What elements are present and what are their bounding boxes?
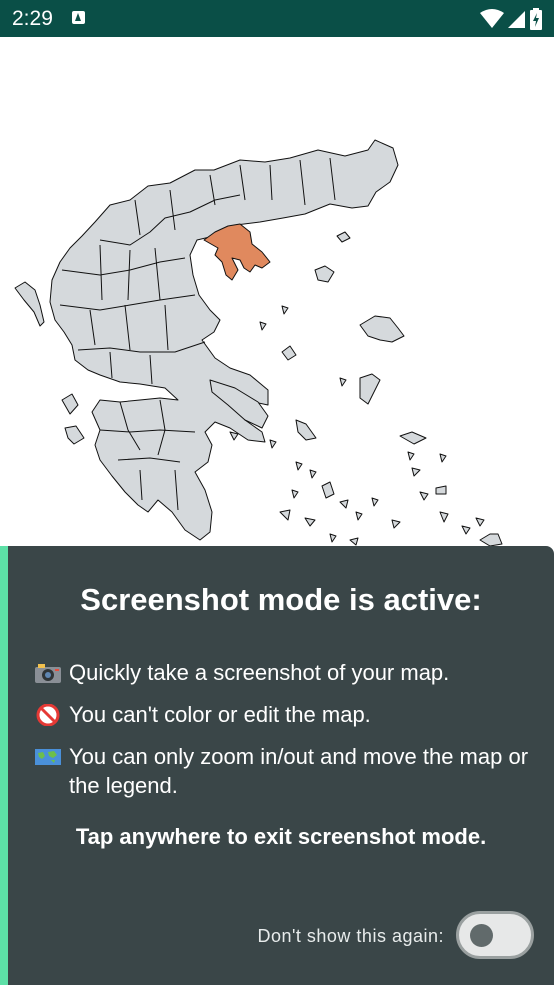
map-island-lemnos — [281, 345, 297, 361]
status-time: 2:29 — [12, 7, 53, 30]
map-island-samos — [399, 431, 427, 445]
map-island-andros — [295, 419, 317, 441]
map-island-lesbos — [359, 315, 405, 343]
map-island-rhodes — [479, 533, 503, 546]
toggle-knob — [470, 924, 493, 947]
map-island-corfu — [14, 281, 45, 327]
map-island-kos — [435, 485, 447, 495]
panel-accent-bar — [0, 546, 8, 985]
world-map-icon — [35, 749, 61, 765]
map-island-thasos — [314, 265, 335, 283]
camera-icon — [35, 664, 61, 683]
map-island-kefalonia — [61, 393, 79, 415]
map-island-chios — [359, 373, 381, 405]
signal-icon — [508, 11, 525, 28]
map-mainland — [49, 139, 399, 541]
app-notification-icon — [72, 11, 85, 24]
tip-screenshot-text: Quickly take a screenshot of your map. — [69, 660, 450, 685]
tip-no-edit: You can't color or edit the map. — [34, 700, 534, 730]
map-island-naxos — [321, 481, 335, 499]
screenshot-mode-panel[interactable]: Screenshot mode is active: Quickly take … — [0, 546, 554, 985]
greece-map[interactable] — [0, 37, 554, 546]
dont-show-toggle[interactable] — [456, 911, 534, 959]
exit-hint: Tap anywhere to exit screenshot mode. — [75, 824, 487, 849]
map-canvas[interactable] — [0, 37, 554, 546]
tip-screenshot: Quickly take a screenshot of your map. — [34, 658, 534, 688]
status-bar: 2:29 — [0, 0, 554, 37]
wifi-icon — [480, 9, 504, 28]
map-island-small — [229, 305, 485, 546]
panel-title: Screenshot mode is active: — [80, 582, 482, 617]
map-island-samothrace — [336, 231, 351, 243]
tip-no-edit-text: You can't color or edit the map. — [69, 702, 371, 727]
dont-show-label: Don't show this again: — [257, 926, 444, 946]
map-region-highlighted — [203, 223, 271, 281]
battery-charging-icon — [530, 8, 542, 30]
tip-zoom-move-text: You can only zoom in/out and move the ma… — [69, 744, 529, 798]
map-island-zakynthos — [64, 425, 85, 445]
no-entry-icon — [36, 704, 60, 726]
tip-zoom-move: You can only zoom in/out and move the ma… — [34, 742, 534, 802]
status-icons — [480, 8, 542, 30]
